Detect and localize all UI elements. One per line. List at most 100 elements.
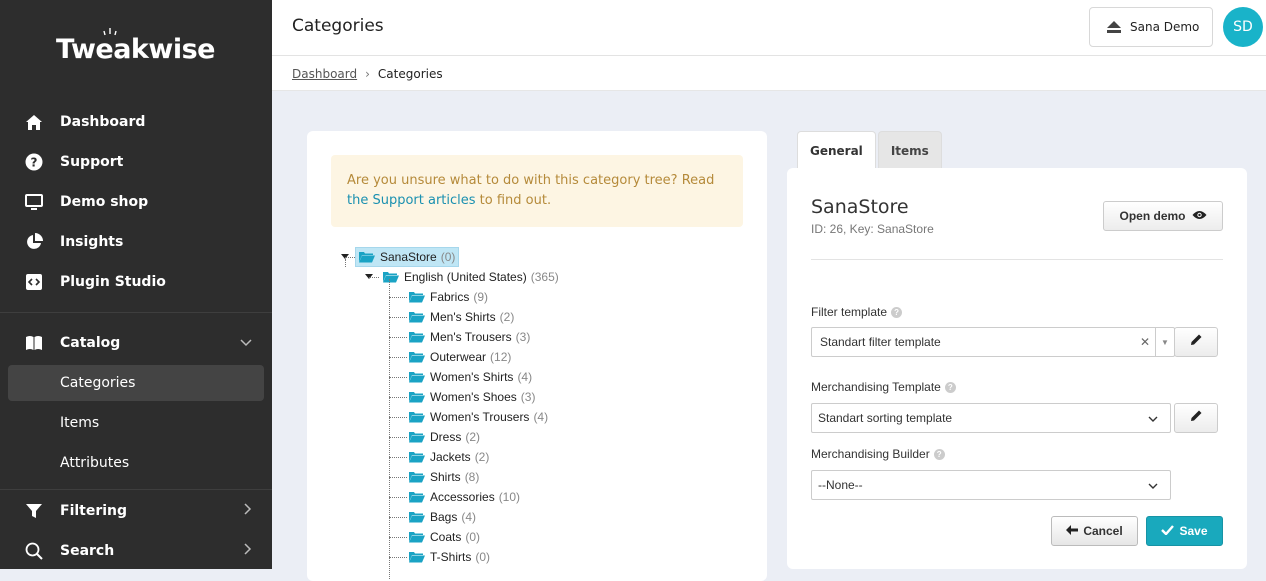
tree-connector	[389, 317, 407, 318]
edit-merchandising-template-button[interactable]	[1174, 403, 1218, 433]
search-icon	[24, 541, 44, 561]
tree-node-count: (0)	[440, 250, 456, 264]
clear-icon[interactable]: ✕	[1140, 335, 1150, 349]
tree-node-leaf[interactable]: Fabrics (9)	[409, 287, 488, 307]
tree-node-count: (2)	[465, 430, 481, 444]
tree-node-count: (2)	[499, 310, 515, 324]
tree-node-label: Women's Shirts	[430, 370, 514, 384]
category-detail-card: SanaStore ID: 26, Key: SanaStore Open de…	[787, 168, 1247, 569]
sidebar-item-demo-shop[interactable]: Demo shop	[8, 184, 264, 220]
sidebar-item-dashboard[interactable]: Dashboard	[8, 104, 264, 140]
sidebar-subitem-items[interactable]: Items	[8, 405, 264, 441]
folder-open-icon	[409, 551, 425, 563]
tree-node-label: Dress	[430, 430, 462, 444]
tree-node-leaf[interactable]: Women's Shoes (3)	[409, 387, 535, 407]
sidebar-item-label: Filtering	[60, 503, 128, 519]
sidebar-item-label: Search	[60, 543, 115, 559]
sidebar-item-filtering[interactable]: Filtering	[8, 493, 264, 529]
tree-connector	[389, 537, 407, 538]
detail-tabs: General Items	[797, 131, 944, 169]
sidebar-subitem-label: Attributes	[60, 455, 130, 471]
eye-icon	[1192, 209, 1207, 223]
sidebar-subitem-attributes[interactable]: Attributes	[8, 445, 264, 481]
sidebar-item-search[interactable]: Search	[8, 533, 264, 569]
merchandising-builder-select[interactable]: --None--	[811, 470, 1171, 500]
checkmark-icon	[1161, 524, 1175, 538]
tree-node-count: (365)	[530, 270, 559, 284]
tree-node-leaf[interactable]: T-Shirts (0)	[409, 547, 490, 567]
sidebar-item-catalog[interactable]: Catalog	[8, 325, 264, 361]
sidebar-item-label: Support	[60, 154, 124, 170]
sidebar-subitem-label: Items	[60, 415, 100, 431]
demo-shop-button[interactable]: Sana Demo	[1089, 7, 1213, 47]
merchandising-template-select[interactable]: Standart sorting template	[811, 403, 1171, 433]
tree-node-leaf[interactable]: Shirts (8)	[409, 467, 479, 487]
filter-template-value: Standart filter template	[820, 335, 941, 349]
tree-node-leaf[interactable]: Men's Shirts (2)	[409, 307, 514, 327]
tree-node-leaf[interactable]: Accessories (10)	[409, 487, 520, 507]
support-articles-link[interactable]: the Support articles	[347, 193, 476, 208]
help-icon[interactable]: ?	[933, 448, 945, 460]
tree-node-count: (4)	[461, 510, 477, 524]
breadcrumb-link-dashboard[interactable]: Dashboard	[292, 67, 357, 81]
tree-node-count: (0)	[475, 550, 491, 564]
tab-items[interactable]: Items	[877, 131, 942, 169]
tree-node-leaf[interactable]: Bags (4)	[409, 507, 476, 527]
tree-node-leaf[interactable]: Dress (2)	[409, 427, 480, 447]
arrow-left-icon	[1066, 524, 1079, 538]
filter-template-select[interactable]: Standart filter template ✕ ▼	[811, 327, 1175, 357]
category-name: SanaStore	[811, 196, 909, 218]
folder-open-icon	[409, 331, 425, 343]
merchandising-template-label: Merchandising Template?	[811, 380, 956, 394]
tree-connector	[389, 357, 407, 358]
tree-node-english[interactable]: English (United States) (365)	[383, 267, 559, 287]
sidebar-item-label: Demo shop	[60, 194, 149, 210]
sidebar-item-plugin-studio[interactable]: Plugin Studio	[8, 264, 264, 300]
user-avatar[interactable]: SD	[1223, 7, 1263, 47]
pencil-icon	[1190, 333, 1203, 351]
sidebar-item-label: Dashboard	[60, 114, 146, 130]
folder-open-icon	[409, 531, 425, 543]
tree-node-leaf[interactable]: Coats (0)	[409, 527, 480, 547]
tree-node-leaf[interactable]: Outerwear (12)	[409, 347, 511, 367]
tree-node-label: Women's Trousers	[430, 410, 530, 424]
tree-node-count: (4)	[533, 410, 549, 424]
save-button[interactable]: Save	[1146, 516, 1223, 546]
sidebar-item-support[interactable]: ? Support	[8, 144, 264, 180]
tree-node-leaf[interactable]: Jackets (2)	[409, 447, 489, 467]
filter-template-label-text: Filter template	[811, 305, 888, 319]
tree-connector	[345, 259, 346, 267]
tree-node-leaf[interactable]: Women's Shirts (4)	[409, 367, 532, 387]
tree-connector	[389, 279, 390, 579]
tree-node-count: (12)	[490, 350, 512, 364]
tree-node-leaf[interactable]: Men's Trousers (3)	[409, 327, 530, 347]
tree-node-leaf[interactable]: Women's Trousers (4)	[409, 407, 548, 427]
open-demo-button[interactable]: Open demo	[1103, 201, 1223, 231]
help-icon[interactable]: ?	[944, 381, 956, 393]
breadcrumb: Dashboard › Categories	[292, 67, 443, 81]
tree-connector	[345, 257, 355, 258]
chevron-right-icon	[244, 543, 252, 559]
sidebar-item-label: Plugin Studio	[60, 274, 166, 290]
question-icon: ?	[24, 152, 44, 172]
dropdown-arrow-icon[interactable]: ▼	[1155, 328, 1174, 356]
sidebar-subitem-categories[interactable]: Categories	[8, 365, 264, 401]
top-header: Categories Sana Demo SD	[272, 0, 1266, 56]
cancel-button[interactable]: Cancel	[1051, 516, 1138, 546]
app-logo[interactable]: Tweakwise	[56, 34, 215, 65]
eject-icon	[1106, 20, 1122, 37]
sidebar-item-insights[interactable]: Insights	[8, 224, 264, 260]
help-icon[interactable]: ?	[891, 306, 903, 318]
folder-open-icon	[409, 511, 425, 523]
tree-node-count: (9)	[473, 290, 489, 304]
tree-node-root-selected: SanaStore (0)	[355, 247, 460, 267]
folder-open-icon	[409, 371, 425, 383]
merchandising-builder-label-text: Merchandising Builder	[811, 447, 930, 461]
tree-node-count: (10)	[498, 490, 521, 504]
cancel-label: Cancel	[1083, 524, 1123, 538]
edit-filter-template-button[interactable]	[1174, 327, 1218, 357]
tree-node-root[interactable]: SanaStore (0)	[355, 247, 460, 267]
tree-connector	[389, 397, 407, 398]
tab-general[interactable]: General	[797, 131, 876, 169]
chevron-down-icon	[1148, 412, 1158, 426]
